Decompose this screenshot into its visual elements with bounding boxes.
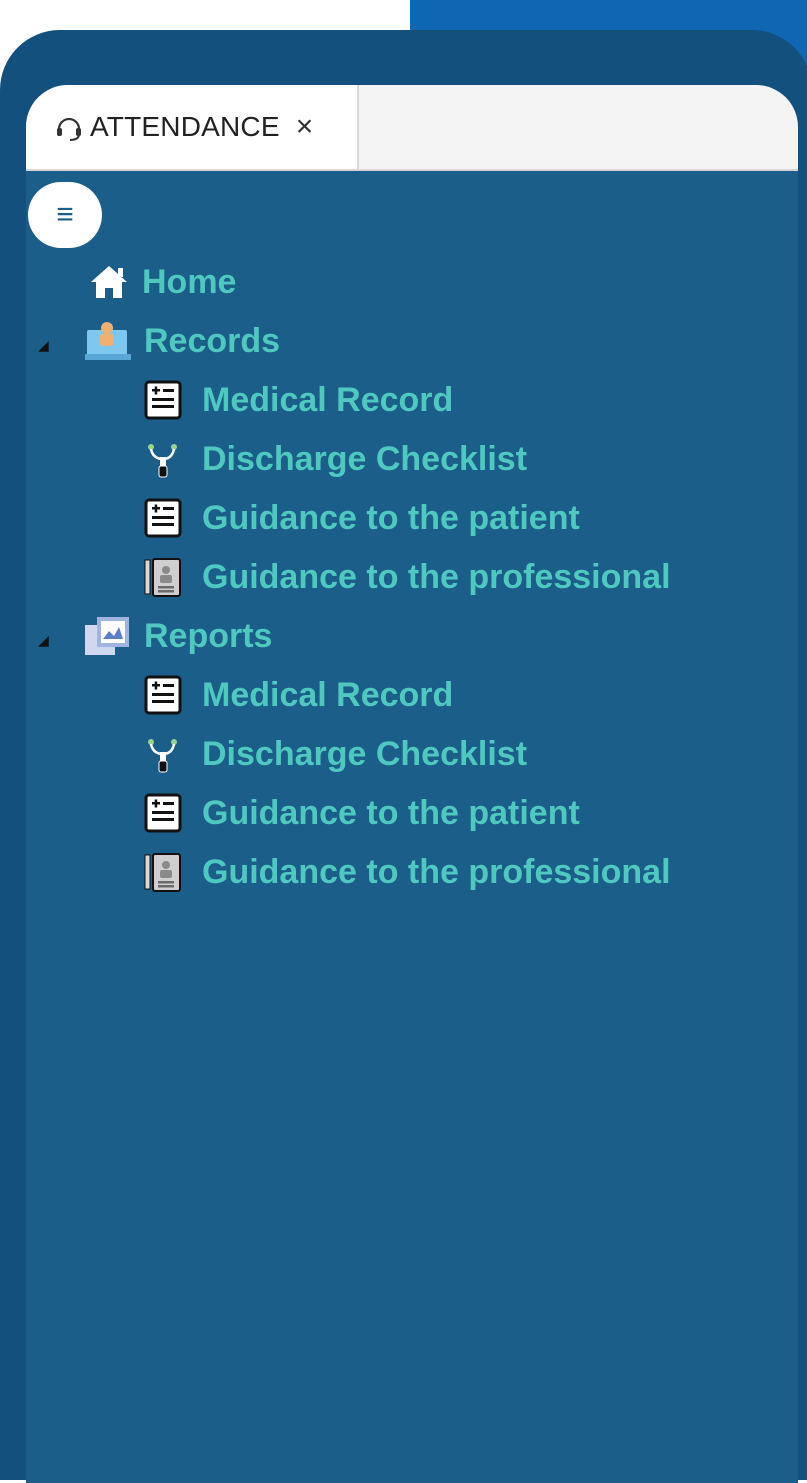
tree-item-reports-guidance-patient[interactable]: Guidance to the patient (144, 788, 580, 838)
tree-label-reports: Reports (144, 616, 273, 655)
records-icon (82, 318, 134, 364)
tree-label: Guidance to the professional (202, 557, 671, 596)
tree-item-records-discharge-checklist[interactable]: Discharge Checklist (144, 434, 527, 484)
tree-label: Guidance to the professional (202, 852, 671, 891)
tree-item-records-guidance-patient[interactable]: Guidance to the patient (144, 493, 580, 543)
tab-attendance[interactable]: ATTENDANCE × (26, 85, 359, 169)
stethoscope-icon (144, 734, 182, 774)
document-icon (144, 793, 182, 833)
tree-label-home: Home (142, 262, 237, 301)
tree-item-reports[interactable]: Reports (82, 611, 272, 661)
home-icon (86, 259, 132, 305)
stethoscope-icon (144, 439, 182, 479)
clipboard-icon (144, 557, 182, 597)
device-frame: ATTENDANCE × ≡ Home ◢ Records Medical Re… (0, 30, 807, 1483)
tree-label-records: Records (144, 321, 281, 360)
headset-icon (54, 112, 84, 142)
tree-label: Medical Record (202, 380, 454, 419)
expand-records-icon[interactable]: ◢ (38, 337, 49, 354)
tree-item-records[interactable]: Records (82, 316, 280, 366)
tree-label: Guidance to the patient (202, 498, 580, 537)
tree-item-records-medical-record[interactable]: Medical Record (144, 375, 453, 425)
tree-item-reports-guidance-professional[interactable]: Guidance to the professional (144, 847, 671, 897)
tree-item-reports-discharge-checklist[interactable]: Discharge Checklist (144, 729, 527, 779)
tree-label: Guidance to the patient (202, 793, 580, 832)
close-icon[interactable]: × (296, 112, 314, 142)
hamburger-icon: ≡ (56, 198, 74, 231)
expand-reports-icon[interactable]: ◢ (38, 632, 49, 649)
tree-item-reports-medical-record[interactable]: Medical Record (144, 670, 453, 720)
tree-item-home[interactable]: Home (86, 257, 236, 307)
tree-item-records-guidance-professional[interactable]: Guidance to the professional (144, 552, 671, 602)
tree-label: Discharge Checklist (202, 439, 528, 478)
document-icon (144, 498, 182, 538)
document-icon (144, 675, 182, 715)
tab-label: ATTENDANCE (90, 111, 280, 142)
menu-toggle-button[interactable]: ≡ (28, 182, 102, 248)
document-icon (144, 380, 182, 420)
tab-bar: ATTENDANCE × (26, 85, 798, 171)
tree-label: Discharge Checklist (202, 734, 528, 773)
reports-icon (82, 613, 134, 659)
tree-label: Medical Record (202, 675, 454, 714)
clipboard-icon (144, 852, 182, 892)
app-screen: ATTENDANCE × ≡ Home ◢ Records Medical Re… (26, 85, 798, 1483)
